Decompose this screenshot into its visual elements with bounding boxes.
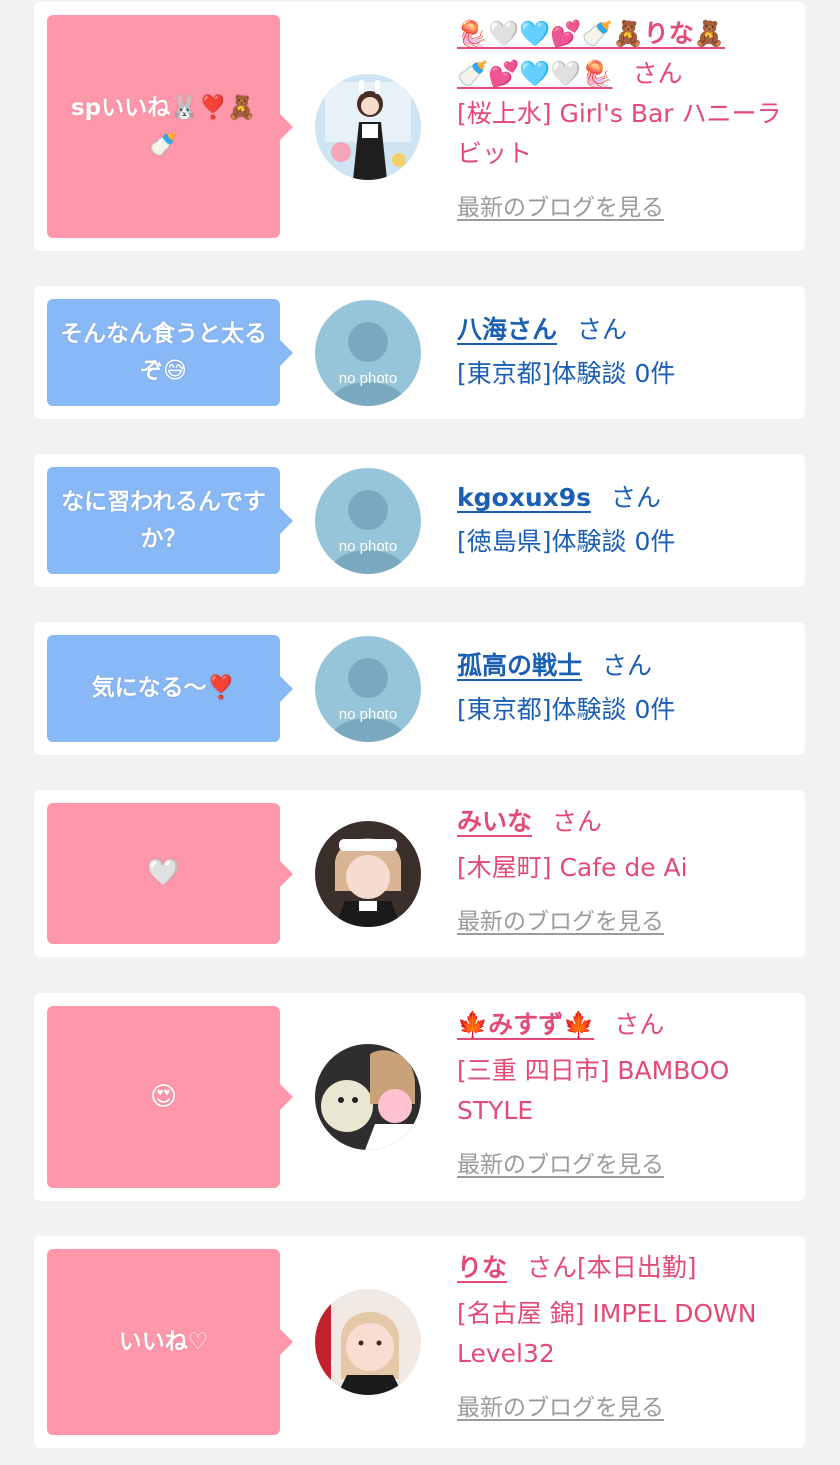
name-line: 🍼💕🩵🤍🪼 さん (457, 54, 802, 94)
avatar[interactable]: no photo (315, 300, 421, 406)
user-name-link[interactable]: 🍁みすず🍁 (457, 1010, 594, 1039)
user-info: 孤高の戦士 さん [東京都]体験談 0件 (457, 646, 802, 730)
user-name-link[interactable]: みいな (457, 807, 532, 836)
message-text: 🤍 (147, 858, 180, 888)
message-text: そんなん食うと太るぞ😅 (60, 320, 267, 384)
avatar-image (315, 821, 421, 927)
avatar[interactable] (315, 74, 421, 180)
no-photo-image (315, 300, 421, 406)
latest-blog-link[interactable]: 最新のブログを見る (457, 188, 664, 222)
user-name-link[interactable]: kgoxux9s (457, 483, 591, 512)
avatar[interactable]: no photo (315, 636, 421, 742)
attendance-badge: [本日出勤] (577, 1253, 697, 1282)
honorific: さん (614, 1010, 665, 1039)
message-text: 気になる〜❣️ (91, 675, 236, 701)
shop-info: [桜上水] Girl's Bar ハニーラビット (457, 99, 782, 168)
avatar[interactable] (315, 1289, 421, 1395)
name-line: 🍁みすず🍁 さん (457, 1005, 802, 1045)
shop-info: [名古屋 錦] IMPEL DOWN Level32 (457, 1299, 757, 1368)
no-photo-label: no photo (338, 538, 398, 555)
latest-blog-link[interactable]: 最新のブログを見る (457, 1388, 664, 1422)
avatar-image (315, 74, 421, 180)
message-text: spいいね🐰❣️🧸🍼 (70, 94, 257, 158)
latest-blog-link[interactable]: 最新のブログを見る (457, 902, 664, 936)
honorific: さん (527, 1253, 578, 1282)
user-name-link-continued[interactable]: 🍼💕🩵🤍🪼 (457, 59, 613, 88)
honorific: さん (632, 59, 683, 88)
user-info: 八海さん さん [東京都]体験談 0件 (457, 310, 802, 394)
message-bubble: そんなん食うと太るぞ😅 (47, 299, 293, 406)
user-info: kgoxux9s さん [徳島県]体験談 0件 (457, 478, 802, 562)
user-info: みいな さん [木屋町] Cafe de Ai 最新のブログを見る (457, 802, 802, 936)
no-photo-label: no photo (338, 706, 398, 723)
name-line: りな さん[本日出勤] (457, 1248, 802, 1288)
user-name-link[interactable]: 孤高の戦士 (457, 651, 582, 680)
message-text: なに習われるんですか？ (61, 488, 266, 552)
review-info: [東京都]体験談 0件 (457, 359, 676, 388)
message-text: 😍 (149, 1081, 178, 1112)
message-bubble: spいいね🐰❣️🧸🍼 (47, 15, 293, 238)
shop-info: [木屋町] Cafe de Ai (457, 853, 688, 882)
avatar-image (315, 1044, 421, 1150)
list-item: 😍 🍁みすず🍁 さん [三重 四日市] BAMBOO STYLE 最新のブログを見… (34, 993, 805, 1201)
user-info: 🍁みすず🍁 さん [三重 四日市] BAMBOO STYLE 最新のブログを見る (457, 1005, 802, 1179)
list-item: 気になる〜❣️ no photo 孤高の戦士 さん [東京都]体験談 0件 (34, 622, 805, 755)
avatar[interactable]: no photo (315, 468, 421, 574)
shop-info: [三重 四日市] BAMBOO STYLE (457, 1056, 730, 1125)
message-bubble: 😍 (47, 1006, 293, 1188)
no-photo-label: no photo (338, 370, 398, 387)
list-item: そんなん食うと太るぞ😅 no photo 八海さん さん [東京都]体験談 0件 (34, 286, 805, 419)
name-line: みいな さん (457, 802, 802, 842)
honorific: さん (552, 807, 603, 836)
message-bubble: 気になる〜❣️ (47, 635, 293, 742)
list-item: いいね♡ りな さん[本日出勤] [名古屋 錦] IMPEL DOWN Level… (34, 1236, 805, 1448)
review-info: [徳島県]体験談 0件 (457, 527, 676, 556)
user-name-link[interactable]: りな (457, 1253, 507, 1282)
review-info: [東京都]体験談 0件 (457, 695, 676, 724)
list-item: spいいね🐰❣️🧸🍼 🪼🤍🩵💕🍼🧸りな🧸 🍼💕🩵🤍🪼 さん [桜上水] Girl… (34, 2, 805, 251)
honorific: さん (602, 651, 653, 680)
honorific: さん (577, 315, 628, 344)
message-bubble: 🤍 (47, 803, 293, 944)
name-line: kgoxux9s さん (457, 478, 802, 518)
message-bubble: なに習われるんですか？ (47, 467, 293, 574)
no-photo-image (315, 468, 421, 574)
like-list: spいいね🐰❣️🧸🍼 🪼🤍🩵💕🍼🧸りな🧸 🍼💕🩵🤍🪼 さん [桜上水] Girl… (0, 0, 840, 1465)
list-item: 🤍 みいな さん [木屋町] Cafe de Ai 最新のブログを見る (34, 790, 805, 957)
user-name-link[interactable]: 八海さん (457, 315, 557, 344)
name-line: 孤高の戦士 さん (457, 646, 802, 686)
message-bubble: いいね♡ (47, 1249, 293, 1435)
user-info: りな さん[本日出勤] [名古屋 錦] IMPEL DOWN Level32 最新… (457, 1248, 802, 1422)
user-name-link[interactable]: 🪼🤍🩵💕🍼🧸りな🧸 (457, 19, 725, 48)
user-info: 🪼🤍🩵💕🍼🧸りな🧸 🍼💕🩵🤍🪼 さん [桜上水] Girl's Bar ハニーラビ… (457, 14, 802, 222)
honorific: さん (611, 483, 662, 512)
no-photo-image (315, 636, 421, 742)
avatar-image (315, 1289, 421, 1395)
list-item: なに習われるんですか？ no photo kgoxux9s さん [徳島県]体験談… (34, 454, 805, 587)
name-line: 🪼🤍🩵💕🍼🧸りな🧸 (457, 14, 802, 54)
avatar[interactable] (315, 1044, 421, 1150)
latest-blog-link[interactable]: 最新のブログを見る (457, 1145, 664, 1179)
name-line: 八海さん さん (457, 310, 802, 350)
message-text: いいね♡ (118, 1328, 209, 1355)
avatar[interactable] (315, 821, 421, 927)
